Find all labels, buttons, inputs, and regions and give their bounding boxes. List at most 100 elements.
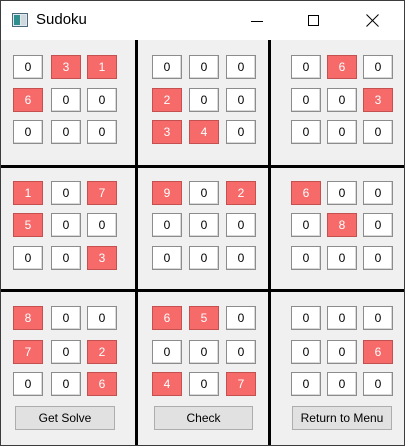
sudoku-cell[interactable]: 0 [87, 213, 117, 237]
sudoku-cell[interactable]: 0 [327, 88, 357, 112]
sudoku-cell[interactable]: 0 [87, 306, 117, 330]
sudoku-cell[interactable]: 0 [327, 181, 357, 205]
sudoku-box: 000200340 [138, 40, 268, 165]
sudoku-cell[interactable]: 0 [291, 246, 321, 270]
sudoku-cell[interactable]: 0 [51, 340, 81, 364]
title-bar: Sudoku [1, 1, 404, 40]
sudoku-cell[interactable]: 0 [152, 340, 182, 364]
sudoku-cell[interactable]: 5 [189, 306, 219, 330]
sudoku-cell[interactable]: 1 [13, 181, 43, 205]
sudoku-cell[interactable]: 0 [291, 120, 321, 144]
sudoku-cell[interactable]: 0 [291, 88, 321, 112]
sudoku-cell[interactable]: 0 [327, 120, 357, 144]
sudoku-cell[interactable]: 0 [363, 246, 393, 270]
sudoku-cell[interactable]: 3 [51, 55, 81, 79]
sudoku-board: 0316000000002003400600030001075000039020… [1, 40, 404, 445]
sudoku-cell[interactable]: 6 [152, 306, 182, 330]
sudoku-cell[interactable]: 8 [327, 213, 357, 237]
sudoku-cell[interactable]: 6 [363, 340, 393, 364]
sudoku-cell[interactable]: 4 [152, 372, 182, 396]
sudoku-cell[interactable]: 0 [363, 181, 393, 205]
sudoku-cell[interactable]: 2 [152, 88, 182, 112]
sudoku-cell[interactable]: 6 [13, 88, 43, 112]
sudoku-cell[interactable]: 0 [152, 213, 182, 237]
sudoku-cell[interactable]: 0 [291, 55, 321, 79]
sudoku-cell[interactable]: 0 [363, 306, 393, 330]
sudoku-cell[interactable]: 0 [13, 120, 43, 144]
check-button[interactable]: Check [154, 406, 253, 430]
window-title: Sudoku [36, 11, 87, 28]
maximize-button[interactable] [291, 1, 337, 40]
sudoku-cell[interactable]: 0 [291, 306, 321, 330]
sudoku-window: Sudoku 031600000000200340060003000107500… [0, 0, 405, 446]
sudoku-cell[interactable]: 0 [189, 372, 219, 396]
sudoku-cell[interactable]: 0 [226, 88, 256, 112]
sudoku-cell[interactable]: 0 [189, 88, 219, 112]
sudoku-cell[interactable]: 3 [87, 246, 117, 270]
sudoku-cell[interactable]: 0 [13, 372, 43, 396]
sudoku-box: 107500003 [1, 168, 135, 289]
sudoku-cell[interactable]: 8 [13, 306, 43, 330]
close-button[interactable] [349, 1, 395, 40]
sudoku-cell[interactable]: 0 [327, 340, 357, 364]
sudoku-app-icon [12, 13, 28, 27]
sudoku-cell[interactable]: 0 [87, 120, 117, 144]
sudoku-cell[interactable]: 6 [291, 181, 321, 205]
sudoku-cell[interactable]: 0 [13, 246, 43, 270]
sudoku-cell[interactable]: 0 [152, 246, 182, 270]
sudoku-cell[interactable]: 0 [327, 246, 357, 270]
sudoku-cell[interactable]: 0 [226, 340, 256, 364]
sudoku-box: 060003000 [271, 40, 404, 165]
close-icon [366, 14, 379, 27]
sudoku-cell[interactable]: 0 [363, 213, 393, 237]
sudoku-cell[interactable]: 0 [363, 372, 393, 396]
sudoku-box: 902000000 [138, 168, 268, 289]
sudoku-cell[interactable]: 0 [189, 55, 219, 79]
sudoku-cell[interactable]: 0 [291, 372, 321, 396]
sudoku-cell[interactable]: 0 [363, 120, 393, 144]
sudoku-cell[interactable]: 2 [87, 340, 117, 364]
sudoku-cell[interactable]: 1 [87, 55, 117, 79]
sudoku-cell[interactable]: 0 [226, 306, 256, 330]
sudoku-cell[interactable]: 5 [13, 213, 43, 237]
get-solve-button[interactable]: Get Solve [15, 406, 115, 430]
sudoku-cell[interactable]: 0 [51, 306, 81, 330]
sudoku-cell[interactable]: 3 [152, 120, 182, 144]
sudoku-cell[interactable]: 0 [189, 181, 219, 205]
minimize-button[interactable] [234, 1, 280, 40]
sudoku-cell[interactable]: 0 [51, 372, 81, 396]
sudoku-cell[interactable]: 0 [51, 246, 81, 270]
sudoku-cell[interactable]: 0 [189, 213, 219, 237]
sudoku-cell[interactable]: 7 [13, 340, 43, 364]
sudoku-cell[interactable]: 6 [87, 372, 117, 396]
sudoku-cell[interactable]: 0 [226, 55, 256, 79]
sudoku-cell[interactable]: 7 [87, 181, 117, 205]
sudoku-box: 600080000 [271, 168, 404, 289]
sudoku-cell[interactable]: 0 [51, 213, 81, 237]
maximize-icon [308, 15, 319, 26]
sudoku-cell[interactable]: 3 [363, 88, 393, 112]
sudoku-cell[interactable]: 0 [327, 306, 357, 330]
sudoku-cell[interactable]: 6 [327, 55, 357, 79]
sudoku-cell[interactable]: 0 [189, 340, 219, 364]
sudoku-cell[interactable]: 2 [226, 181, 256, 205]
sudoku-cell[interactable]: 0 [226, 246, 256, 270]
sudoku-cell[interactable]: 0 [226, 120, 256, 144]
sudoku-cell[interactable]: 0 [51, 120, 81, 144]
sudoku-cell[interactable]: 4 [189, 120, 219, 144]
sudoku-cell[interactable]: 9 [152, 181, 182, 205]
sudoku-cell[interactable]: 0 [291, 213, 321, 237]
sudoku-cell[interactable]: 0 [291, 340, 321, 364]
sudoku-cell[interactable]: 0 [51, 181, 81, 205]
sudoku-cell[interactable]: 0 [51, 88, 81, 112]
sudoku-cell[interactable]: 0 [152, 55, 182, 79]
return-to-menu-button[interactable]: Return to Menu [292, 406, 392, 430]
sudoku-cell[interactable]: 0 [226, 213, 256, 237]
sudoku-cell[interactable]: 0 [87, 88, 117, 112]
sudoku-cell[interactable]: 0 [189, 246, 219, 270]
sudoku-cell[interactable]: 7 [226, 372, 256, 396]
sudoku-cell[interactable]: 0 [13, 55, 43, 79]
sudoku-cell[interactable]: 0 [363, 55, 393, 79]
minimize-icon [251, 21, 263, 22]
sudoku-cell[interactable]: 0 [327, 372, 357, 396]
